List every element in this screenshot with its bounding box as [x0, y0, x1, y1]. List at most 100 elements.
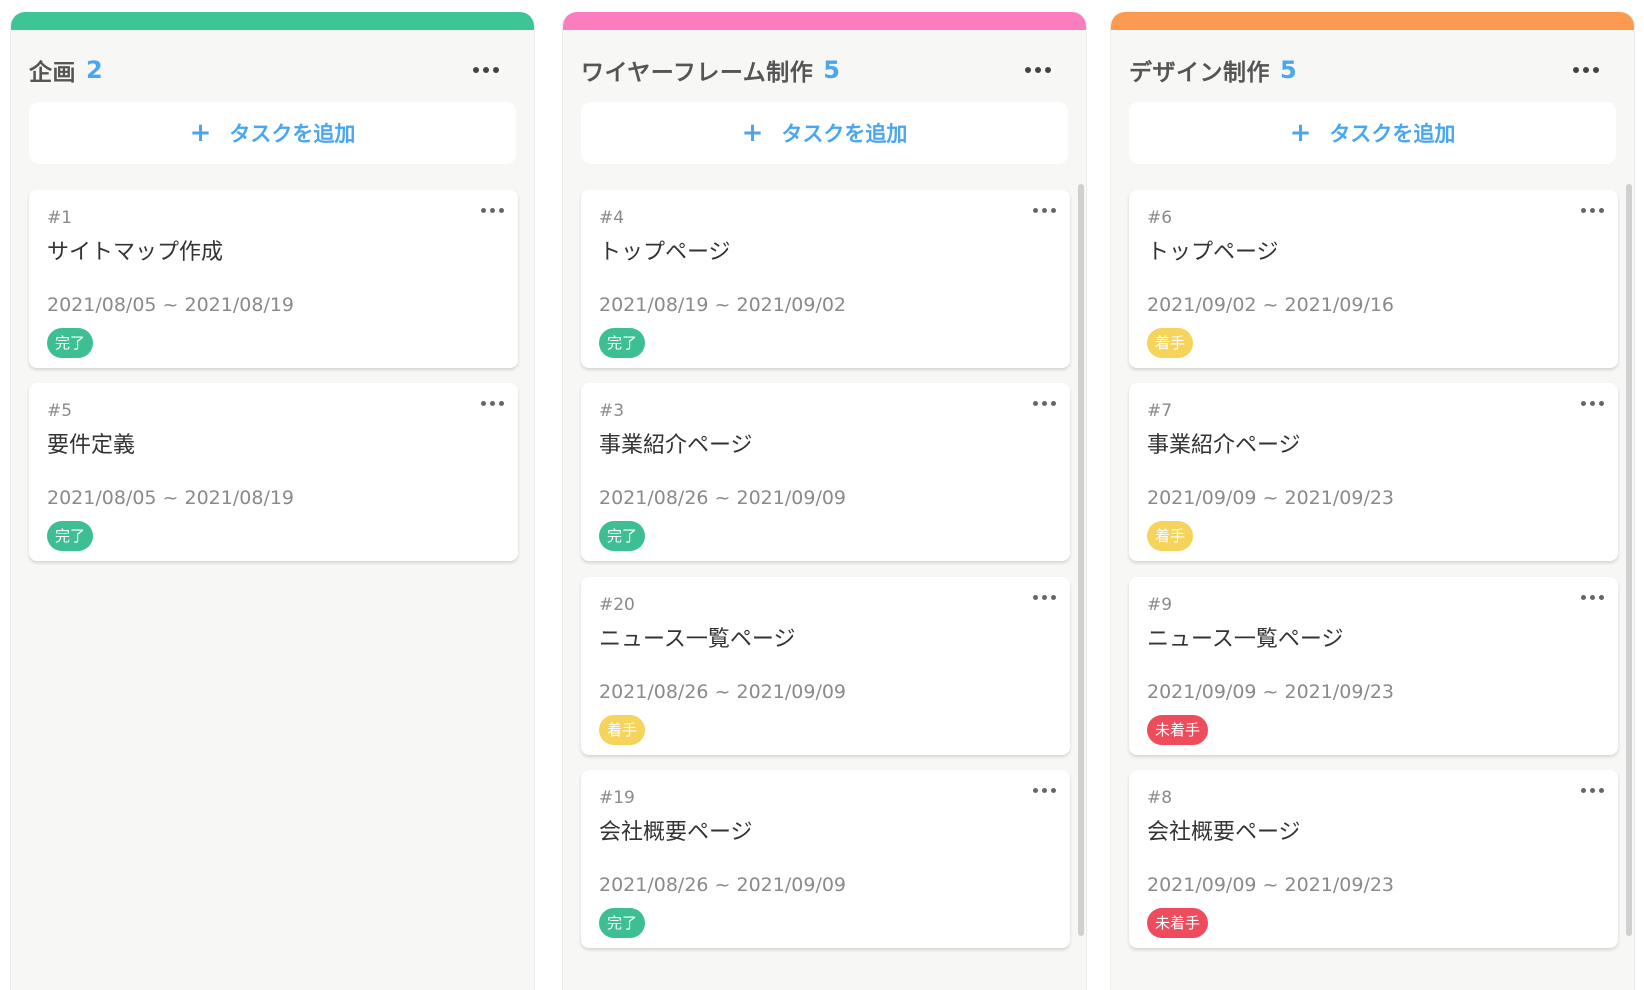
task-date-range: 2021/08/26 ~ 2021/09/09 — [599, 487, 847, 509]
column-wireframe: ワイヤーフレーム制作 5 + タスクを追加 #4 トップページ 2021/08/… — [562, 12, 1087, 990]
column-more-menu-button[interactable] — [1566, 56, 1606, 84]
task-card[interactable]: #8 会社概要ページ 2021/09/09 ~ 2021/09/23 未着手 — [1129, 770, 1618, 948]
more-horizontal-icon — [1580, 400, 1604, 406]
plus-icon: + — [741, 118, 764, 148]
card-more-menu-button[interactable] — [1024, 391, 1064, 415]
column-planning: 企画 2 + タスクを追加 #1 サイトマップ作成 2021/08/05 ~ 2… — [10, 12, 535, 990]
task-date-range: 2021/08/26 ~ 2021/09/09 — [599, 681, 847, 703]
task-title: 会社概要ページ — [1147, 820, 1301, 845]
task-card[interactable]: #5 要件定義 2021/08/05 ~ 2021/08/19 完了 — [29, 383, 518, 561]
more-horizontal-icon — [1580, 207, 1604, 213]
task-title: 事業紹介ページ — [1147, 433, 1301, 458]
column-task-count: 5 — [823, 56, 840, 84]
status-badge: 完了 — [599, 521, 646, 551]
card-more-menu-button[interactable] — [1572, 391, 1612, 415]
task-id: #3 — [599, 401, 625, 421]
column-color-bar — [11, 12, 534, 30]
task-card[interactable]: #20 ニュース一覧ページ 2021/08/26 ~ 2021/09/09 着手 — [581, 577, 1070, 755]
more-horizontal-icon — [1580, 594, 1604, 600]
status-badge: 着手 — [1147, 521, 1194, 551]
column-color-bar — [563, 12, 1086, 30]
task-card[interactable]: #7 事業紹介ページ 2021/09/09 ~ 2021/09/23 着手 — [1129, 383, 1618, 561]
task-card[interactable]: #4 トップページ 2021/08/19 ~ 2021/09/02 完了 — [581, 190, 1070, 368]
add-task-button[interactable]: + タスクを追加 — [581, 102, 1068, 164]
task-card[interactable]: #19 会社概要ページ 2021/08/26 ~ 2021/09/09 完了 — [581, 770, 1070, 948]
task-id: #19 — [599, 788, 635, 808]
task-date-range: 2021/08/26 ~ 2021/09/09 — [599, 874, 847, 896]
column-more-menu-button[interactable] — [466, 56, 506, 84]
task-card[interactable]: #1 サイトマップ作成 2021/08/05 ~ 2021/08/19 完了 — [29, 190, 518, 368]
task-date-range: 2021/09/09 ~ 2021/09/23 — [1147, 874, 1395, 896]
card-more-menu-button[interactable] — [1572, 198, 1612, 222]
add-task-label: タスクを追加 — [229, 122, 356, 146]
more-horizontal-icon — [1025, 67, 1051, 73]
card-more-menu-button[interactable] — [472, 198, 512, 222]
task-title: ニュース一覧ページ — [599, 627, 796, 652]
column-header: 企画 2 — [29, 50, 516, 90]
task-card[interactable]: #6 トップページ 2021/09/02 ~ 2021/09/16 着手 — [1129, 190, 1618, 368]
more-horizontal-icon — [1032, 787, 1056, 793]
plus-icon: + — [1289, 118, 1312, 148]
task-title: 事業紹介ページ — [599, 433, 753, 458]
status-badge: 着手 — [1147, 328, 1194, 358]
card-list: #1 サイトマップ作成 2021/08/05 ~ 2021/08/19 完了 #… — [29, 184, 518, 990]
status-badge: 完了 — [47, 521, 94, 551]
status-badge: 完了 — [599, 328, 646, 358]
card-more-menu-button[interactable] — [1572, 778, 1612, 802]
column-title: 企画 — [29, 60, 76, 86]
status-badge: 着手 — [599, 715, 646, 745]
task-id: #4 — [599, 208, 625, 228]
column-header: ワイヤーフレーム制作 5 — [581, 50, 1068, 90]
column-task-count: 5 — [1280, 56, 1297, 84]
status-badge: 完了 — [599, 908, 646, 938]
column-scrollbar[interactable] — [1626, 184, 1632, 936]
add-task-label: タスクを追加 — [1329, 122, 1456, 146]
column-task-count: 2 — [86, 56, 103, 84]
card-more-menu-button[interactable] — [1572, 585, 1612, 609]
task-card[interactable]: #3 事業紹介ページ 2021/08/26 ~ 2021/09/09 完了 — [581, 383, 1070, 561]
task-date-range: 2021/09/02 ~ 2021/09/16 — [1147, 294, 1395, 316]
task-id: #7 — [1147, 401, 1173, 421]
task-title: サイトマップ作成 — [47, 240, 224, 265]
task-card[interactable]: #9 ニュース一覧ページ 2021/09/09 ~ 2021/09/23 未着手 — [1129, 577, 1618, 755]
kanban-board: 企画 2 + タスクを追加 #1 サイトマップ作成 2021/08/05 ~ 2… — [0, 0, 1644, 990]
column-color-bar — [1111, 12, 1634, 30]
task-date-range: 2021/08/05 ~ 2021/08/19 — [47, 487, 295, 509]
status-badge: 未着手 — [1147, 908, 1209, 938]
task-title: 会社概要ページ — [599, 820, 753, 845]
card-list: #4 トップページ 2021/08/19 ~ 2021/09/02 完了 #3 … — [581, 184, 1070, 990]
column-more-menu-button[interactable] — [1018, 56, 1058, 84]
task-id: #6 — [1147, 208, 1173, 228]
task-date-range: 2021/09/09 ~ 2021/09/23 — [1147, 681, 1395, 703]
task-date-range: 2021/08/05 ~ 2021/08/19 — [47, 294, 295, 316]
plus-icon: + — [189, 118, 212, 148]
card-more-menu-button[interactable] — [1024, 198, 1064, 222]
task-id: #9 — [1147, 595, 1173, 615]
more-horizontal-icon — [1032, 400, 1056, 406]
card-more-menu-button[interactable] — [1024, 778, 1064, 802]
card-more-menu-button[interactable] — [1024, 585, 1064, 609]
add-task-label: タスクを追加 — [781, 122, 908, 146]
more-horizontal-icon — [480, 207, 504, 213]
task-date-range: 2021/09/09 ~ 2021/09/23 — [1147, 487, 1395, 509]
column-title: デザイン制作 — [1129, 60, 1270, 86]
status-badge: 未着手 — [1147, 715, 1209, 745]
task-date-range: 2021/08/19 ~ 2021/09/02 — [599, 294, 847, 316]
more-horizontal-icon — [1032, 207, 1056, 213]
task-id: #20 — [599, 595, 635, 615]
more-horizontal-icon — [1573, 67, 1599, 73]
card-more-menu-button[interactable] — [472, 391, 512, 415]
task-title: 要件定義 — [47, 433, 136, 458]
column-design: デザイン制作 5 + タスクを追加 #6 トップページ 2021/09/02 ~… — [1110, 12, 1635, 990]
task-id: #5 — [47, 401, 73, 421]
card-list: #6 トップページ 2021/09/02 ~ 2021/09/16 着手 #7 … — [1129, 184, 1618, 990]
column-title: ワイヤーフレーム制作 — [581, 60, 814, 86]
task-id: #8 — [1147, 788, 1173, 808]
task-title: トップページ — [1147, 240, 1279, 265]
task-title: ニュース一覧ページ — [1147, 627, 1344, 652]
status-badge: 完了 — [47, 328, 94, 358]
add-task-button[interactable]: + タスクを追加 — [29, 102, 516, 164]
more-horizontal-icon — [1580, 787, 1604, 793]
add-task-button[interactable]: + タスクを追加 — [1129, 102, 1616, 164]
column-scrollbar[interactable] — [1078, 184, 1084, 936]
